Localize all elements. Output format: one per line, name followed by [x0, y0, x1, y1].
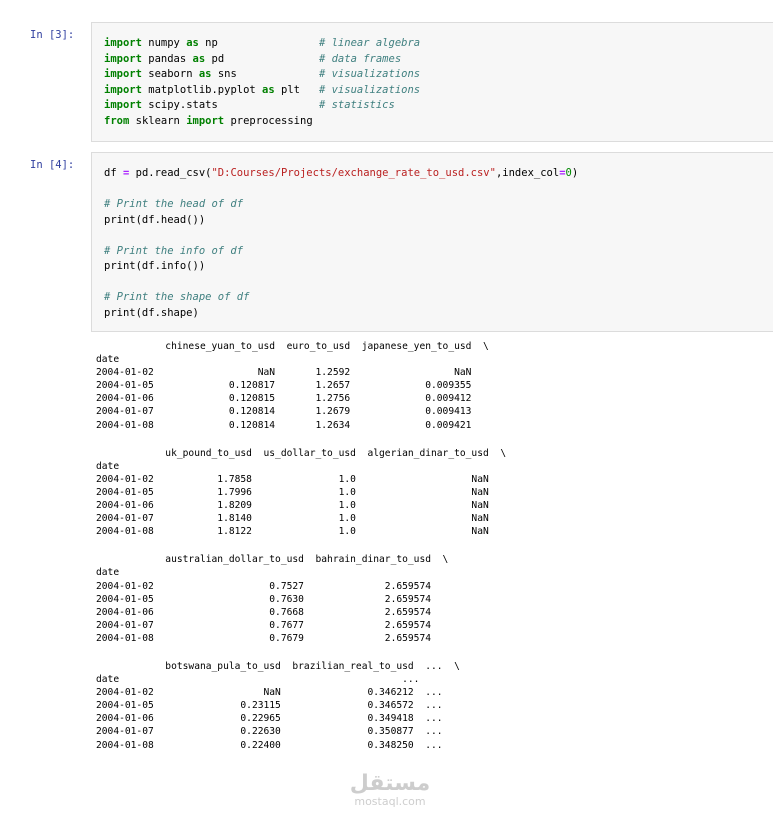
- code-line: print(df.info()): [104, 259, 578, 275]
- dataframe-row: 2004-01-06 1.8209 1.0 NaN: [96, 500, 507, 512]
- code-token: # visualizations: [318, 68, 421, 80]
- code-token: matplotlib.pyplot: [141, 83, 263, 96]
- code-line: from sklearn import preprocessing: [104, 114, 420, 130]
- code-token: plt: [274, 83, 319, 96]
- code-token: from: [104, 114, 130, 127]
- code-line: # Print the shape of df: [104, 290, 578, 306]
- code-token: # linear algebra: [318, 37, 421, 49]
- code-token: # visualizations: [318, 83, 421, 96]
- code-line: print(df.head()): [104, 213, 578, 229]
- dataframe-index-label: date: [96, 567, 120, 579]
- code-token: import: [104, 52, 142, 65]
- code-text: import numpy as np # linear algebra impor…: [104, 36, 420, 129]
- code-token: pd: [205, 52, 319, 65]
- code-token: as: [262, 83, 275, 96]
- code-token: sklearn: [129, 114, 187, 127]
- code-line: df = pd.read_csv("D:Courses/Projects/exc…: [104, 166, 578, 182]
- code-input-area[interactable]: import numpy as np # linear algebra impor…: [91, 22, 773, 142]
- code-token: as: [192, 52, 206, 65]
- code-line: import matplotlib.pyplot as plt # visual…: [104, 83, 420, 99]
- code-token: import: [104, 68, 142, 80]
- dataframe-row: 2004-01-02 NaN 1.2592 NaN: [96, 367, 489, 379]
- code-token: # Print the info of df: [104, 244, 244, 257]
- watermark-arabic: مستقل: [349, 771, 431, 796]
- dataframe-output-block: uk_pound_to_usd us_dollar_to_usd algeria…: [96, 447, 506, 539]
- dataframe-row: 2004-01-08 0.120814 1.2634 0.009421: [96, 419, 489, 431]
- dataframe-row: 2004-01-05 0.120817 1.2657 0.009355: [96, 380, 489, 392]
- cell-output: chinese_yuan_to_usd euro_to_usd japanese…: [96, 340, 506, 767]
- code-token: seaborn: [141, 68, 199, 80]
- dataframe-row: 2004-01-05 0.7630 2.659574: [96, 593, 449, 605]
- dataframe-row: 2004-01-07 0.22630 0.350877 ...: [96, 726, 460, 738]
- cell-prompt: In [4]:: [30, 159, 75, 171]
- code-token: pandas: [141, 52, 193, 65]
- code-token: import: [186, 114, 225, 127]
- dataframe-index-label: date: [96, 460, 120, 472]
- code-token: np: [198, 37, 319, 49]
- watermark: مستقل mostaql.com: [340, 772, 440, 808]
- dataframe-row: 2004-01-05 0.23115 0.346572 ...: [96, 700, 460, 712]
- code-token: print(df.info()): [104, 260, 206, 272]
- code-token: # Print the head of df: [104, 198, 244, 210]
- code-line: # Print the info of df: [104, 244, 578, 260]
- code-line: import pandas as pd # data frames: [104, 52, 420, 68]
- cell-prompt: In [3]:: [30, 29, 75, 41]
- code-line: import numpy as np # linear algebra: [104, 36, 420, 52]
- code-token: sns: [211, 68, 319, 80]
- code-token: numpy: [141, 37, 187, 49]
- dataframe-row: 2004-01-05 1.7996 1.0 NaN: [96, 486, 507, 498]
- code-line: import scipy.stats # statistics: [104, 98, 420, 114]
- dataframe-header: botswana_pula_to_usd brazilian_real_to_u…: [96, 660, 460, 672]
- code-cell-2[interactable]: In [4]: df = pd.read_csv("D:Courses/Proj…: [0, 152, 773, 334]
- dataframe-index-label: date ...: [96, 674, 449, 686]
- dataframe-row: 2004-01-07 0.7677 2.659574: [96, 619, 449, 631]
- dataframe-row: 2004-01-08 0.7679 2.659574: [96, 632, 449, 644]
- code-cell-1[interactable]: In [3]: import numpy as np # linear alge…: [0, 22, 773, 144]
- code-token: import: [104, 99, 142, 111]
- dataframe-row: 2004-01-07 0.120814 1.2679 0.009413: [96, 406, 489, 418]
- code-text: df = pd.read_csv("D:Courses/Projects/exc…: [104, 166, 578, 321]
- dataframe-output-block: botswana_pula_to_usd brazilian_real_to_u…: [96, 660, 506, 752]
- code-token: # statistics: [318, 99, 395, 111]
- code-token: import: [104, 83, 142, 96]
- dataframe-row: 2004-01-06 0.7668 2.659574: [96, 606, 449, 618]
- code-token: # Print the shape of df: [104, 291, 250, 303]
- code-token: preprocessing: [224, 114, 313, 127]
- code-token: scipy.stats: [141, 99, 319, 111]
- dataframe-row: 2004-01-06 0.22965 0.349418 ...: [96, 713, 460, 725]
- dataframe-row: 2004-01-08 0.22400 0.348250 ...: [96, 739, 460, 751]
- code-token: pd.read_csv(: [129, 167, 212, 179]
- code-token: df: [104, 167, 123, 179]
- dataframe-header: chinese_yuan_to_usd euro_to_usd japanese…: [96, 341, 489, 352]
- dataframe-header: uk_pound_to_usd us_dollar_to_usd algeria…: [96, 447, 507, 459]
- dataframe-row: 2004-01-06 0.120815 1.2756 0.009412: [96, 393, 489, 405]
- code-input-area[interactable]: df = pd.read_csv("D:Courses/Projects/exc…: [91, 152, 773, 332]
- code-token: as: [198, 68, 212, 80]
- dataframe-output-block: australian_dollar_to_usd bahrain_dinar_t…: [96, 553, 506, 645]
- code-token: ): [571, 167, 579, 179]
- code-token: # data frames: [318, 52, 402, 65]
- dataframe-index-label: date: [96, 354, 120, 366]
- code-line: # Print the head of df: [104, 197, 578, 213]
- dataframe-header: australian_dollar_to_usd bahrain_dinar_t…: [96, 554, 449, 566]
- code-token: print(df.shape): [104, 306, 199, 319]
- dataframe-output-block: chinese_yuan_to_usd euro_to_usd japanese…: [96, 340, 506, 432]
- code-token: ,index_col: [495, 167, 560, 179]
- dataframe-row: 2004-01-02 0.7527 2.659574: [96, 580, 449, 592]
- dataframe-row: 2004-01-02 NaN 0.346212 ...: [96, 687, 460, 699]
- dataframe-row: 2004-01-08 1.8122 1.0 NaN: [96, 526, 507, 538]
- code-token: import: [104, 37, 142, 49]
- code-token: print(df.head()): [104, 213, 206, 226]
- dataframe-row: 2004-01-02 1.7858 1.0 NaN: [96, 473, 507, 485]
- code-token: as: [186, 37, 199, 49]
- watermark-latin: mostaql.com: [354, 795, 426, 808]
- code-line: print(df.shape): [104, 306, 578, 322]
- code-token: "D:Courses/Projects/exchange_rate_to_usd…: [211, 167, 496, 179]
- code-line: import seaborn as sns # visualizations: [104, 67, 420, 83]
- dataframe-row: 2004-01-07 1.8140 1.0 NaN: [96, 513, 507, 525]
